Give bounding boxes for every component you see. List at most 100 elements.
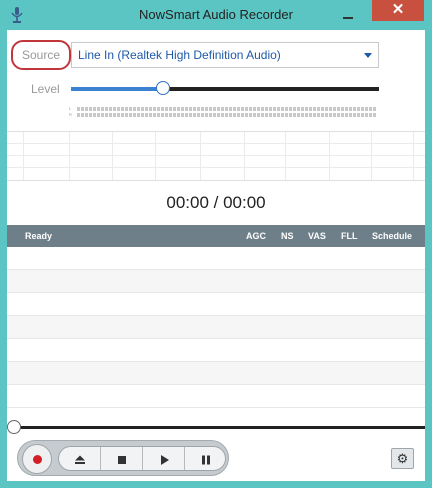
vu-segment [81, 107, 84, 111]
vu-segment [237, 107, 240, 111]
vu-segment [89, 107, 92, 111]
vu-segment [153, 107, 156, 111]
vu-segment [313, 113, 316, 117]
vu-segment [317, 107, 320, 111]
vu-segment [189, 113, 192, 117]
vu-segment [253, 107, 256, 111]
vu-segment [265, 113, 268, 117]
list-row[interactable] [7, 385, 425, 408]
column-header-status[interactable]: Ready [25, 231, 52, 241]
vu-segment [145, 113, 148, 117]
record-button[interactable] [22, 444, 52, 474]
vu-segment [273, 113, 276, 117]
list-row[interactable] [7, 247, 425, 270]
list-row[interactable] [7, 293, 425, 316]
close-button[interactable]: ✕ [372, 0, 424, 21]
vu-segment [305, 113, 308, 117]
eject-icon [74, 455, 85, 460]
list-row[interactable] [7, 316, 425, 339]
source-dropdown[interactable]: Line In (Realtek High Definition Audio) [71, 42, 379, 68]
vu-segment [153, 113, 156, 117]
vu-segment [325, 107, 328, 111]
vu-segment [85, 113, 88, 117]
vu-segment [309, 113, 312, 117]
vu-segment [197, 113, 200, 117]
vu-segment [157, 113, 160, 117]
vu-segment [165, 107, 168, 111]
vu-segment [349, 107, 352, 111]
play-button[interactable] [143, 447, 185, 470]
vu-segment [261, 107, 264, 111]
vu-segment [165, 113, 168, 117]
vu-channel-label: R [69, 112, 72, 117]
vu-segment [149, 107, 152, 111]
settings-button[interactable]: ⚙ [391, 448, 414, 469]
level-slider-thumb[interactable] [156, 81, 170, 95]
pause-button[interactable] [185, 447, 225, 470]
vu-segment [157, 107, 160, 111]
source-label: Source [11, 40, 71, 70]
vu-segment [257, 107, 260, 111]
vu-segment [241, 107, 244, 111]
vu-segment [217, 107, 220, 111]
vu-segment [109, 113, 112, 117]
vu-segment [293, 107, 296, 111]
vu-segment [121, 107, 124, 111]
column-header-schedule[interactable]: Schedule [372, 231, 412, 241]
eject-button[interactable] [59, 447, 101, 470]
vu-segment [361, 113, 364, 117]
vu-segment [245, 113, 248, 117]
list-row[interactable] [7, 339, 425, 362]
vu-segment [285, 107, 288, 111]
recordings-list-header: Ready AGC NS VAS FLL Schedule [7, 225, 425, 247]
dropdown-arrow-icon [364, 53, 372, 58]
list-row[interactable] [7, 362, 425, 385]
column-header-ns[interactable]: NS [281, 231, 294, 241]
level-slider[interactable] [71, 81, 379, 95]
column-header-fll[interactable]: FLL [341, 231, 358, 241]
vu-segment [301, 107, 304, 111]
minimize-button[interactable] [336, 4, 360, 24]
waveform-area [7, 132, 425, 180]
vu-segment [269, 113, 272, 117]
stop-button[interactable] [101, 447, 143, 470]
vu-segment [93, 107, 96, 111]
vu-segment [113, 113, 116, 117]
vu-segment [301, 113, 304, 117]
vu-segment [137, 107, 140, 111]
vu-segment [233, 113, 236, 117]
column-header-agc[interactable]: AGC [246, 231, 266, 241]
vu-segment [369, 113, 372, 117]
vu-segment [205, 107, 208, 111]
vu-segment [129, 107, 132, 111]
playback-progress-thumb[interactable] [7, 420, 21, 434]
vu-segment [85, 107, 88, 111]
vu-segment [305, 107, 308, 111]
vu-segment [297, 107, 300, 111]
vu-segment [297, 113, 300, 117]
eject-icon-bar [74, 462, 85, 464]
vu-segment [205, 113, 208, 117]
vu-segment [265, 107, 268, 111]
title-bar[interactable]: NowSmart Audio Recorder ✕ [0, 0, 432, 30]
playback-progress-bar[interactable] [13, 426, 425, 429]
vu-segment [161, 113, 164, 117]
vu-segment [285, 113, 288, 117]
vu-segment [221, 107, 224, 111]
vu-segment [365, 107, 368, 111]
vu-segment [329, 113, 332, 117]
recordings-list[interactable] [7, 247, 425, 414]
vu-segment [213, 107, 216, 111]
vu-segment [101, 113, 104, 117]
vu-segment [189, 107, 192, 111]
vu-segment [181, 107, 184, 111]
list-row[interactable] [7, 270, 425, 293]
stop-icon [117, 455, 126, 464]
vu-segment [329, 107, 332, 111]
vu-segment [229, 107, 232, 111]
vu-segment [225, 107, 228, 111]
window-title: NowSmart Audio Recorder [139, 7, 293, 22]
vu-segment [337, 113, 340, 117]
column-header-vas[interactable]: VAS [308, 231, 326, 241]
pause-icon [202, 455, 210, 464]
